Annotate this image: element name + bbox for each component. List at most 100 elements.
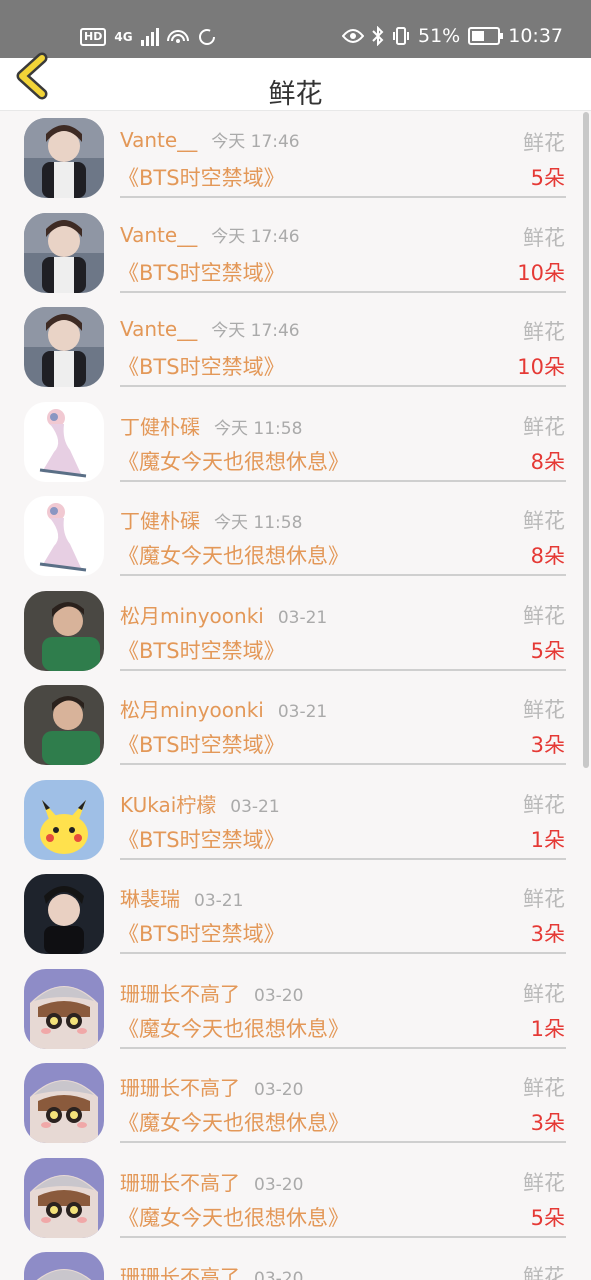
battery-percent: 51% (418, 25, 461, 47)
book-title: 《BTS时空禁域》 (118, 733, 285, 757)
timestamp: 今天 17:46 (211, 226, 300, 247)
flower-count: 5朵 (530, 166, 565, 190)
sender-name: Vante__ 今天 17:46 (120, 127, 300, 152)
timestamp: 03-20 (254, 1080, 304, 1100)
gift-type-label: 鲜花 (523, 981, 565, 1006)
timestamp: 03-20 (254, 1269, 304, 1280)
sender-name: 丁健朴磲 今天 11:58 (120, 411, 302, 440)
status-left: HD 4G (80, 24, 217, 50)
sender-name-text: 丁健朴磲 (120, 414, 200, 439)
sender-name: 松月minyoonki 03-21 (120, 694, 327, 723)
list-item[interactable]: 丁健朴磲 今天 11:58 鲜花《魔女今天也很想休息》 8朵 (0, 488, 591, 583)
list-item[interactable]: 琳裴瑞 03-21 鲜花 《BTS时空禁域》 3朵 (0, 866, 591, 961)
status-right: 51% 10:37 (342, 22, 563, 50)
book-title: 《BTS时空禁域》 (118, 638, 285, 663)
flower-count: 8朵 (530, 449, 565, 474)
sender-name: KUkai柠檬 03-21 (120, 789, 280, 818)
flower-count: 8朵 (530, 544, 565, 568)
list-item[interactable]: 丁健朴磲 今天 11:58 鲜花《魔女今天也很想休息》 8朵 (0, 394, 591, 489)
list-item[interactable]: KUkai柠檬 03-21 鲜花 《BTS时空禁域》 1朵 (0, 772, 591, 867)
list-item[interactable]: 珊珊长不高了 03-20 鲜花 (0, 1244, 591, 1280)
clock: 10:37 (508, 25, 563, 47)
network-type: 4G (114, 30, 133, 44)
flower-count: 3朵 (530, 1111, 565, 1135)
sender-name-text: 珊珊长不高了 (120, 1076, 240, 1100)
gift-type-label: 鲜花 (523, 509, 565, 533)
timestamp: 03-20 (254, 985, 304, 1006)
avatar[interactable] (24, 1157, 104, 1238)
gift-type-label: 鲜花 (523, 1076, 565, 1100)
sender-name: 丁健朴磲 今天 11:58 (120, 505, 302, 534)
gift-type-label: 鲜花 (523, 131, 565, 155)
avatar[interactable] (24, 779, 104, 860)
avatar[interactable] (24, 307, 104, 387)
timestamp: 今天 17:46 (211, 132, 300, 152)
timestamp: 今天 17:46 (211, 321, 300, 341)
book-title: 《魔女今天也很想休息》 (118, 449, 349, 474)
sender-name-text: Vante__ (120, 317, 198, 341)
gift-type-label: 鲜花 (523, 792, 565, 817)
timestamp: 03-20 (254, 1174, 304, 1195)
vibrate-icon (393, 27, 409, 45)
flower-count: 1朵 (530, 1016, 565, 1041)
book-title: 《BTS时空禁域》 (118, 166, 285, 190)
divider (120, 196, 566, 198)
battery-icon (468, 27, 504, 45)
eye-icon (342, 29, 364, 43)
list-item[interactable]: Vante__ 今天 17:46 鲜花 《BTS时空禁域》 10朵 (0, 299, 591, 394)
avatar[interactable] (24, 1252, 104, 1280)
sender-name-text: 松月minyoonki (120, 603, 264, 628)
sender-name-text: Vante__ (120, 222, 198, 247)
divider (120, 668, 566, 671)
list-item[interactable]: 珊珊长不高了 03-20 鲜花 《魔女今天也很想休息》 5朵 (0, 1150, 591, 1245)
avatar[interactable] (24, 968, 104, 1049)
sender-name: 松月minyoonki 03-21 (120, 600, 327, 629)
gift-type-label: 鲜花 (523, 603, 565, 628)
avatar[interactable] (24, 118, 104, 198)
flower-count: 3朵 (530, 733, 565, 757)
book-title: 《魔女今天也很想休息》 (118, 1016, 349, 1041)
flower-list: Vante__ 今天 17:46 鲜花 《BTS时空禁域》 5朵 Vante__ 今天 17… (0, 110, 591, 1280)
timestamp: 03-21 (277, 702, 328, 722)
sender-name: Vante__ 今天 17:46 (120, 316, 300, 341)
sender-name-text: 丁健朴磲 (120, 509, 200, 533)
divider (120, 1046, 566, 1049)
sender-name-text: 琳裴瑞 (120, 887, 180, 911)
scrollbar[interactable] (583, 112, 589, 768)
avatar[interactable] (24, 496, 104, 576)
timestamp: 03-21 (194, 891, 244, 911)
flower-count: 10朵 (517, 355, 565, 379)
timestamp: 今天 11:58 (214, 418, 303, 439)
avatar[interactable] (24, 874, 104, 954)
avatar[interactable] (24, 685, 104, 765)
sender-name-text: 松月minyoonki (120, 698, 264, 722)
list-item[interactable]: 珊珊长不高了 03-20 鲜花《魔女今天也很想休息》 1朵 (0, 961, 591, 1056)
list-item[interactable]: 松月minyoonki 03-21 鲜花 《BTS时空禁域》 5朵 (0, 583, 591, 678)
avatar[interactable] (24, 212, 104, 293)
avatar[interactable] (24, 1063, 104, 1143)
divider (120, 1141, 566, 1143)
flower-count: 5朵 (530, 1205, 565, 1230)
sender-name: 珊珊长不高了 03-20 (120, 1261, 303, 1280)
divider (120, 952, 566, 954)
list-item[interactable]: 珊珊长不高了 03-20 鲜花《魔女今天也很想休息》 3朵 (0, 1055, 591, 1150)
avatar[interactable] (24, 590, 104, 671)
gift-type-label: 鲜花 (523, 1265, 565, 1280)
sender-name: 珊珊长不高了 03-20 (120, 978, 303, 1007)
gift-type-label: 鲜花 (523, 225, 565, 250)
book-title: 《BTS时空禁域》 (118, 260, 285, 285)
list-item[interactable]: 松月minyoonki 03-21 鲜花 《BTS时空禁域》 3朵 (0, 677, 591, 772)
list-item[interactable]: Vante__ 今天 17:46 鲜花 《BTS时空禁域》 10朵 (0, 205, 591, 300)
book-title: 《BTS时空禁域》 (118, 827, 285, 852)
list-item[interactable]: Vante__ 今天 17:46 鲜花《BTS时空禁域》 5朵 (0, 110, 591, 205)
sender-name: 珊珊长不高了 03-20 (120, 1072, 303, 1101)
book-title: 《魔女今天也很想休息》 (118, 544, 349, 568)
sender-name-text: Vante__ (120, 128, 198, 152)
hd-indicator: HD (80, 28, 107, 46)
sender-name-text: 珊珊长不高了 (120, 1170, 240, 1195)
gift-type-label: 鲜花 (523, 414, 565, 439)
hotspot-icon (166, 30, 189, 43)
avatar[interactable] (24, 401, 104, 482)
book-title: 《魔女今天也很想休息》 (118, 1111, 349, 1135)
gift-type-label: 鲜花 (523, 1170, 565, 1195)
